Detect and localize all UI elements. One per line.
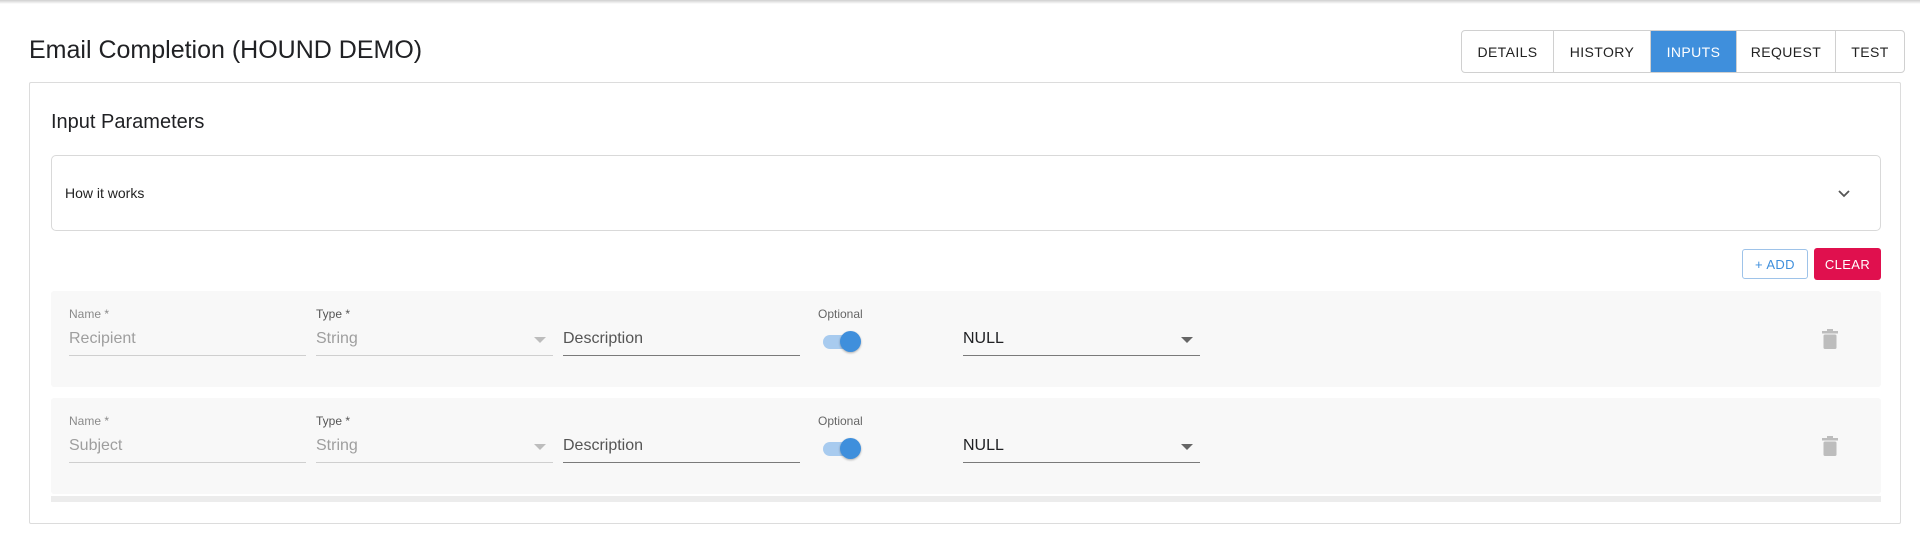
trash-icon[interactable] [1822, 329, 1838, 349]
trash-icon[interactable] [1822, 436, 1838, 456]
tab-request[interactable]: REQUEST [1737, 31, 1836, 72]
description-underline [563, 355, 800, 356]
param-row: Name * Subject Type * String Description… [51, 398, 1881, 494]
optional-toggle[interactable] [823, 329, 861, 355]
optional-label: Optional [818, 414, 863, 428]
chevron-down-icon[interactable] [1836, 185, 1852, 201]
description-underline [563, 462, 800, 463]
name-underline [69, 462, 306, 463]
type-label: Type * [316, 307, 351, 321]
param-row: Name * Recipient Type * String Descripti… [51, 291, 1881, 387]
type-underline [316, 462, 553, 463]
default-dropdown-icon[interactable] [1181, 337, 1193, 343]
name-label: Name * [69, 414, 110, 428]
how-it-works-label: How it works [65, 185, 145, 201]
default-dropdown-icon[interactable] [1181, 444, 1193, 450]
tab-history[interactable]: HISTORY [1554, 31, 1651, 72]
name-label: Name * [69, 307, 110, 321]
page-title: Email Completion (HOUND DEMO) [29, 36, 423, 64]
default-value-select[interactable]: NULL [963, 330, 1004, 348]
tab-bar: DETAILS HISTORY INPUTS REQUEST TEST [1461, 30, 1905, 73]
type-underline [316, 355, 553, 356]
type-label: Type * [316, 414, 351, 428]
tab-test[interactable]: TEST [1836, 31, 1904, 72]
description-field[interactable]: Description [563, 330, 643, 348]
tab-inputs[interactable]: INPUTS [1651, 31, 1737, 72]
type-dropdown-icon[interactable] [534, 444, 546, 450]
how-it-works-expander[interactable]: How it works [51, 155, 1881, 231]
top-shadow [0, 0, 1920, 4]
type-select[interactable]: String [316, 437, 358, 455]
default-underline [963, 462, 1200, 463]
optional-toggle[interactable] [823, 436, 861, 462]
type-select[interactable]: String [316, 330, 358, 348]
list-scroll-edge [51, 496, 1881, 502]
type-dropdown-icon[interactable] [534, 337, 546, 343]
name-field[interactable]: Recipient [69, 330, 136, 348]
toggle-thumb [840, 438, 861, 459]
toggle-thumb [840, 331, 861, 352]
tab-details[interactable]: DETAILS [1462, 31, 1554, 72]
section-title: Input Parameters [51, 111, 205, 133]
clear-button[interactable]: CLEAR [1814, 248, 1881, 280]
default-value-select[interactable]: NULL [963, 437, 1004, 455]
description-field[interactable]: Description [563, 437, 643, 455]
optional-label: Optional [818, 307, 863, 321]
name-underline [69, 355, 306, 356]
add-button[interactable]: + ADD [1742, 249, 1808, 279]
name-field[interactable]: Subject [69, 437, 122, 455]
default-underline [963, 355, 1200, 356]
